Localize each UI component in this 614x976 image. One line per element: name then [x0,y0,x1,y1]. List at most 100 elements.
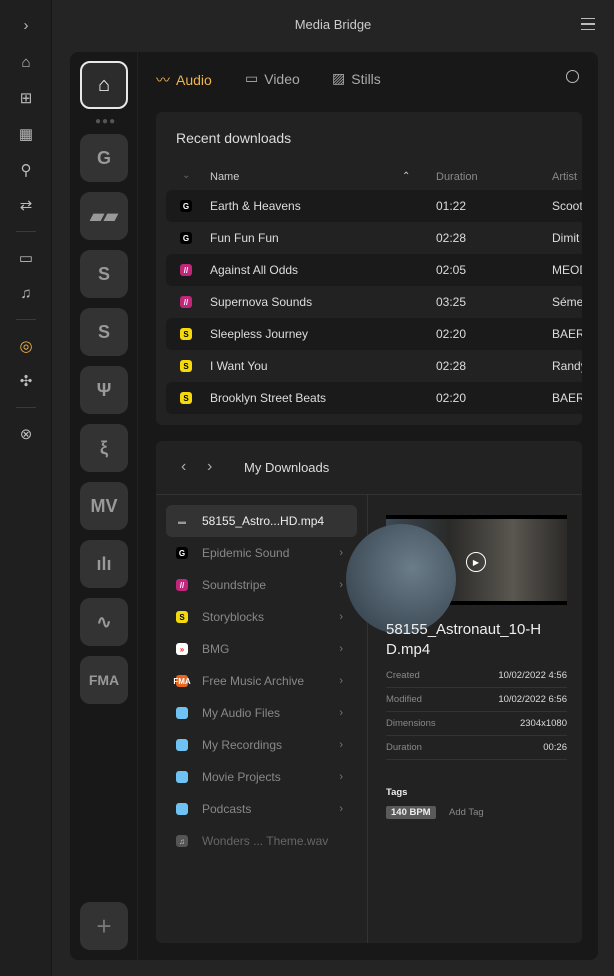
col-name[interactable]: Name [210,171,239,183]
bmg-icon: » [176,643,188,655]
track-artist: MEOD [552,263,582,277]
source-tile[interactable]: Ψ [80,366,128,414]
back-button[interactable]: ‹ [181,458,186,476]
item-label: Wonders ... Theme.wav [202,834,329,848]
folder-icon [176,707,188,719]
forward-button[interactable]: › [207,458,212,476]
chevron-right-icon: › [339,675,343,687]
source-icon: // [180,296,192,308]
play-icon[interactable]: ▶ [466,552,486,572]
list-item[interactable]: Podcasts › [166,793,357,825]
track-artist: BAER [552,327,582,341]
table-row[interactable]: S I Want You 02:28 Randy [166,350,582,382]
chevron-right-icon[interactable]: › [16,15,36,35]
more-dots: ●●● [95,116,117,127]
epidemic-icon: G [176,547,188,559]
help-lifebuoy-icon[interactable]: ⊗ [16,424,36,444]
transfer-icon[interactable]: ⇄ [16,195,36,215]
track-artist: Séme [552,295,582,309]
source-tile[interactable]: S [80,250,128,298]
tag-badge[interactable]: 140 BPM [386,806,436,819]
source-tile[interactable]: G [80,134,128,182]
source-tile[interactable]: MV [80,482,128,530]
folder-icon [176,803,188,815]
folder-icon [176,771,188,783]
list-item[interactable]: // Soundstripe › [166,569,357,601]
source-tile[interactable]: ılı [80,540,128,588]
list-item[interactable]: ▬ 58155_Astro...HD.mp4 [166,505,357,537]
table-row[interactable]: S Sleepless Journey 02:20 BAER [166,318,582,350]
col-duration[interactable]: Duration [436,171,478,183]
track-name: I Want You [210,359,268,373]
list-item[interactable]: My Audio Files › [166,697,357,729]
planet [346,524,456,634]
table-row[interactable]: G Fun Fun Fun 02:28 Dimit [166,222,582,254]
table-row[interactable]: S Brooklyn Street Beats 02:20 BAER [166,382,582,414]
media-bridge-icon[interactable]: ◎ [16,336,36,356]
search-icon[interactable] [566,70,579,83]
home-source-button[interactable]: ⌂ [80,61,128,109]
item-label: My Audio Files [202,706,281,720]
table-row[interactable]: // Supernova Sounds 03:25 Séme [166,286,582,318]
source-tile[interactable]: S [80,308,128,356]
track-duration: 02:28 [436,231,467,245]
source-icon: S [180,392,192,404]
puzzle-icon[interactable]: ✣ [16,371,36,391]
table-row[interactable]: G Earth & Heavens 01:22 Scoot [166,190,582,222]
list-item[interactable]: FMA Free Music Archive › [166,665,357,697]
film-icon: ▭ [245,70,259,86]
source-tile[interactable]: ∿ [80,598,128,646]
table-row[interactable]: // Against All Odds 02:05 MEOD [166,254,582,286]
add-source-button[interactable]: + [80,902,128,950]
collapse-chevron-icon[interactable]: ⌄ [182,170,190,181]
chevron-right-icon: › [339,707,343,719]
tab-stills[interactable]: ▨ Stills [332,70,381,87]
source-tile[interactable]: ξ [80,424,128,472]
search-icon[interactable]: ⚲ [16,160,36,180]
source-icon: S [180,360,192,372]
track-duration: 02:20 [436,391,467,405]
source-tile[interactable]: ▰▰ [80,192,128,240]
rail-divider [16,231,36,232]
list-item[interactable]: » BMG › [166,633,357,665]
waveform-icon: 〰 [156,72,170,88]
audio-icon: ♫ [176,835,188,847]
track-artist: Randy [552,359,582,373]
item-label: Storyblocks [202,610,265,624]
source-tile[interactable]: FMA [80,656,128,704]
sort-asc-icon[interactable]: ⌃ [402,171,410,182]
col-artist[interactable]: Artist [552,171,582,183]
chevron-right-icon: › [339,771,343,783]
list-item[interactable]: Movie Projects › [166,761,357,793]
chevron-right-icon: › [339,547,343,559]
storyblocks-icon: S [176,611,188,623]
tab-audio[interactable]: 〰 Audio [156,70,212,90]
tab-video[interactable]: ▭ Video [245,70,300,87]
item-label: 58155_Astro...HD.mp4 [202,514,325,528]
source-icon: G [180,232,192,244]
video-thumbnail[interactable]: ▶ [346,515,567,634]
video-icon: ▬ [176,515,188,527]
playlist-icon[interactable]: ♫ [16,283,36,303]
source-icon: S [180,328,192,340]
app-title: Media Bridge [294,17,372,32]
track-artist: Dimit [552,231,580,245]
list-item[interactable]: G Epidemic Sound › [166,537,357,569]
list-item[interactable]: ♫ Wonders ... Theme.wav [166,825,357,857]
track-name: Earth & Heavens [210,199,301,213]
item-label: My Recordings [202,738,283,752]
list-item[interactable]: S Storyblocks › [166,601,357,633]
source-icon: // [180,264,192,276]
menu-icon[interactable] [581,18,595,30]
image-icon: ▨ [332,70,346,86]
track-duration: 03:25 [436,295,467,309]
rail-divider [16,319,36,320]
grid-icon[interactable]: ▦ [16,124,36,144]
soundstripe-icon: // [176,579,188,591]
add-tag-button[interactable]: Add Tag [449,807,484,818]
home-icon[interactable]: ⌂ [16,52,36,72]
list-item[interactable]: My Recordings › [166,729,357,761]
add-grid-icon[interactable]: ⊞ [16,88,36,108]
folder-icon [176,739,188,751]
stack-icon[interactable]: ▭ [16,248,36,268]
